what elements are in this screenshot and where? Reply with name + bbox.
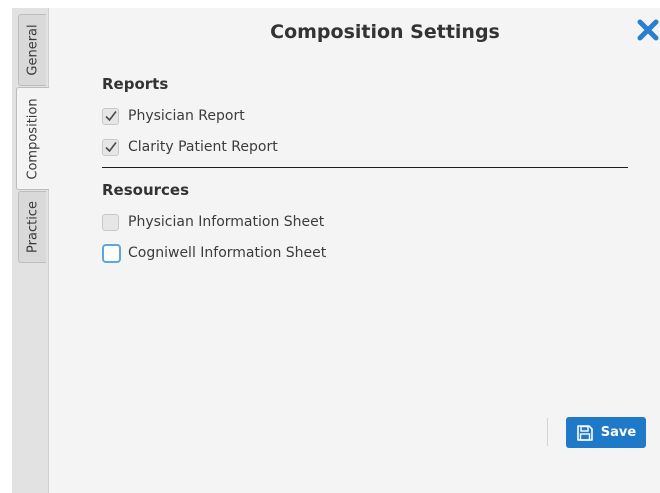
- save-button[interactable]: Save: [566, 417, 646, 448]
- resources-heading: Resources: [102, 181, 190, 199]
- save-button-label: Save: [600, 425, 637, 440]
- floppy-disk-icon: [576, 424, 593, 441]
- physician-information-sheet-label: Physician Information Sheet: [128, 214, 325, 230]
- cogniwell-information-sheet-option[interactable]: Cogniwell Information Sheet: [102, 243, 326, 263]
- tab-practice-label: Practice: [25, 201, 40, 253]
- tab-composition[interactable]: Composition: [16, 87, 49, 190]
- clarity-patient-report-label: Clarity Patient Report: [128, 139, 278, 155]
- tab-general-label: General: [25, 24, 40, 76]
- clarity-patient-report-checkbox[interactable]: [102, 138, 119, 156]
- physician-information-sheet-option[interactable]: Physician Information Sheet: [102, 212, 324, 232]
- physician-report-checkbox[interactable]: [102, 107, 119, 125]
- footer-separator: [547, 418, 548, 446]
- dialog-title: Composition Settings: [270, 21, 500, 43]
- reports-heading: Reports: [102, 75, 169, 93]
- physician-report-option[interactable]: Physician Report: [102, 106, 245, 126]
- cogniwell-information-sheet-checkbox[interactable]: [102, 243, 121, 263]
- tab-general[interactable]: General: [18, 14, 46, 86]
- close-button[interactable]: [636, 18, 660, 42]
- tab-composition-label: Composition: [25, 97, 41, 180]
- close-icon: [637, 19, 659, 41]
- tab-practice[interactable]: Practice: [18, 191, 46, 263]
- cogniwell-information-sheet-label: Cogniwell Information Sheet: [128, 245, 327, 261]
- checkmark-icon: [104, 142, 117, 153]
- clarity-patient-report-option[interactable]: Clarity Patient Report: [102, 137, 278, 157]
- physician-report-label: Physician Report: [128, 108, 245, 124]
- physician-information-sheet-checkbox[interactable]: [102, 213, 119, 231]
- checkmark-icon: [104, 111, 117, 122]
- section-divider: [102, 167, 628, 168]
